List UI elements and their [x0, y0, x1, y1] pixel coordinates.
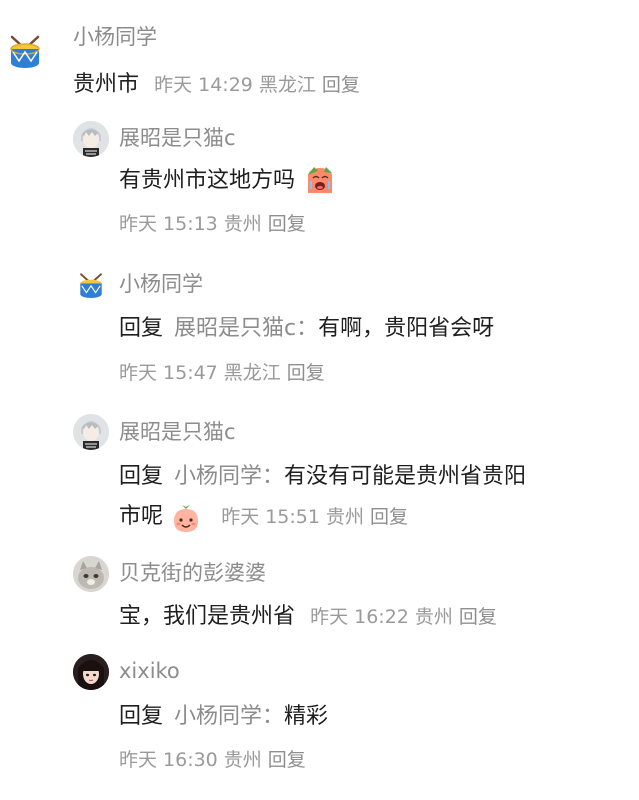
reply-1-reply-button[interactable]: 回复	[268, 213, 306, 235]
reply-3-text-line1: 有没有可能是贵州省贵阳	[284, 464, 527, 489]
reply-2-text: 有啊，贵阳省会呀	[318, 316, 495, 341]
reply-1-content-row: 有贵州市这地方吗	[119, 165, 336, 197]
root-comment-meta: 昨天 14:29 黑龙江 回复	[154, 74, 366, 96]
crying-face-emoji	[308, 167, 333, 193]
reply-2-date: 昨天	[119, 362, 158, 384]
avatar-character-1[interactable]	[73, 121, 109, 157]
reply-1-time: 15:13	[163, 213, 218, 235]
root-date: 昨天	[154, 74, 193, 96]
reply-2-author-name[interactable]: 小杨同学	[119, 270, 203, 298]
reply-5-date: 昨天	[119, 749, 158, 771]
avatar-anime-girl[interactable]	[73, 654, 109, 690]
reply-5-meta: 昨天 16:30 贵州 回复	[119, 747, 312, 773]
reply-1-date: 昨天	[119, 213, 158, 235]
reply-3-time: 15:51	[265, 506, 320, 528]
reply-4-location: 贵州	[414, 606, 453, 628]
reply-1-location: 贵州	[223, 213, 262, 235]
avatar-cat[interactable]	[73, 556, 109, 592]
root-time: 14:29	[198, 74, 253, 96]
root-location: 黑龙江	[258, 74, 316, 96]
avatar-drum-small[interactable]	[78, 272, 104, 298]
reply-4-meta: 昨天 16:22 贵州 回复	[310, 606, 503, 628]
reply-2-content-row: 回复 展昭是只猫c：有啊，贵阳省会呀	[119, 313, 494, 345]
reply-5-author-name[interactable]: xixiko	[119, 657, 180, 685]
drum-icon	[80, 273, 102, 298]
anime-character-avatar-icon	[73, 121, 109, 157]
reply-3-reply-button[interactable]: 回复	[370, 506, 408, 528]
reply-5-target[interactable]: 小杨同学：	[174, 704, 284, 729]
reply-4-time: 16:22	[354, 606, 409, 628]
reply-2-time: 15:47	[163, 362, 218, 384]
reply-5-location: 贵州	[223, 749, 262, 771]
reply-5-time: 16:30	[163, 749, 218, 771]
reply-3-meta: 昨天 15:51 贵州 回复	[221, 506, 414, 528]
reply-3-prefix: 回复	[119, 464, 164, 489]
reply-5-text: 精彩	[284, 704, 329, 729]
reply-2-prefix: 回复	[119, 316, 164, 341]
reply-3-content-line1: 回复 小杨同学：有没有可能是贵州省贵阳	[119, 461, 526, 493]
root-author-name[interactable]: 小杨同学	[73, 23, 157, 51]
comment-thread: 小杨同学 贵州市 昨天14:29黑龙江回复 展昭是只猫c 有贵州市这地方吗	[0, 0, 639, 800]
cat-avatar-icon	[73, 556, 109, 592]
root-comment-text: 贵州市	[73, 72, 140, 97]
avatar-character-2[interactable]	[73, 414, 109, 450]
reply-2-reply-button[interactable]: 回复	[287, 362, 325, 384]
reply-3-date: 昨天	[221, 506, 260, 528]
root-comment-row: 贵州市 昨天 14:29 黑龙江 回复	[73, 69, 366, 101]
reply-3-author-name[interactable]: 展昭是只猫c	[119, 418, 236, 446]
reply-3-content-line2: 市呢 昨天 15:51 贵州 回复	[119, 501, 414, 535]
reply-5-content-row: 回复 小杨同学：精彩	[119, 701, 328, 733]
anime-character-avatar-icon	[73, 414, 109, 450]
reply-5-reply-button[interactable]: 回复	[268, 749, 306, 771]
reply-3-target[interactable]: 小杨同学：	[174, 464, 284, 489]
reply-3-text-line2: 市呢	[119, 504, 164, 529]
reply-4-date: 昨天	[310, 606, 349, 628]
reply-4-text: 宝，我们是贵州省	[119, 604, 296, 629]
reply-4-reply-button[interactable]: 回复	[459, 606, 497, 628]
reply-3-location: 贵州	[325, 506, 364, 528]
reply-2-target[interactable]: 展昭是只猫c：	[174, 316, 318, 341]
reply-1-author-name[interactable]: 展昭是只猫c	[119, 124, 236, 152]
reply-1-meta: 昨天 15:13 贵州 回复	[119, 211, 312, 237]
avatar-drum[interactable]	[8, 34, 42, 68]
reply-4-content-row: 宝，我们是贵州省 昨天 16:22 贵州 回复	[119, 601, 503, 633]
drum-icon	[10, 35, 40, 68]
anime-character-avatar-icon	[73, 654, 109, 690]
smiling-peach-emoji	[174, 504, 199, 532]
reply-4-author-name[interactable]: 贝克街的彭婆婆	[119, 559, 266, 587]
reply-2-meta: 昨天 15:47 黑龙江 回复	[119, 360, 331, 386]
reply-1-text: 有贵州市这地方吗	[119, 168, 296, 193]
root-reply-button[interactable]: 回复	[322, 74, 360, 96]
reply-5-prefix: 回复	[119, 704, 164, 729]
reply-2-location: 黑龙江	[223, 362, 281, 384]
